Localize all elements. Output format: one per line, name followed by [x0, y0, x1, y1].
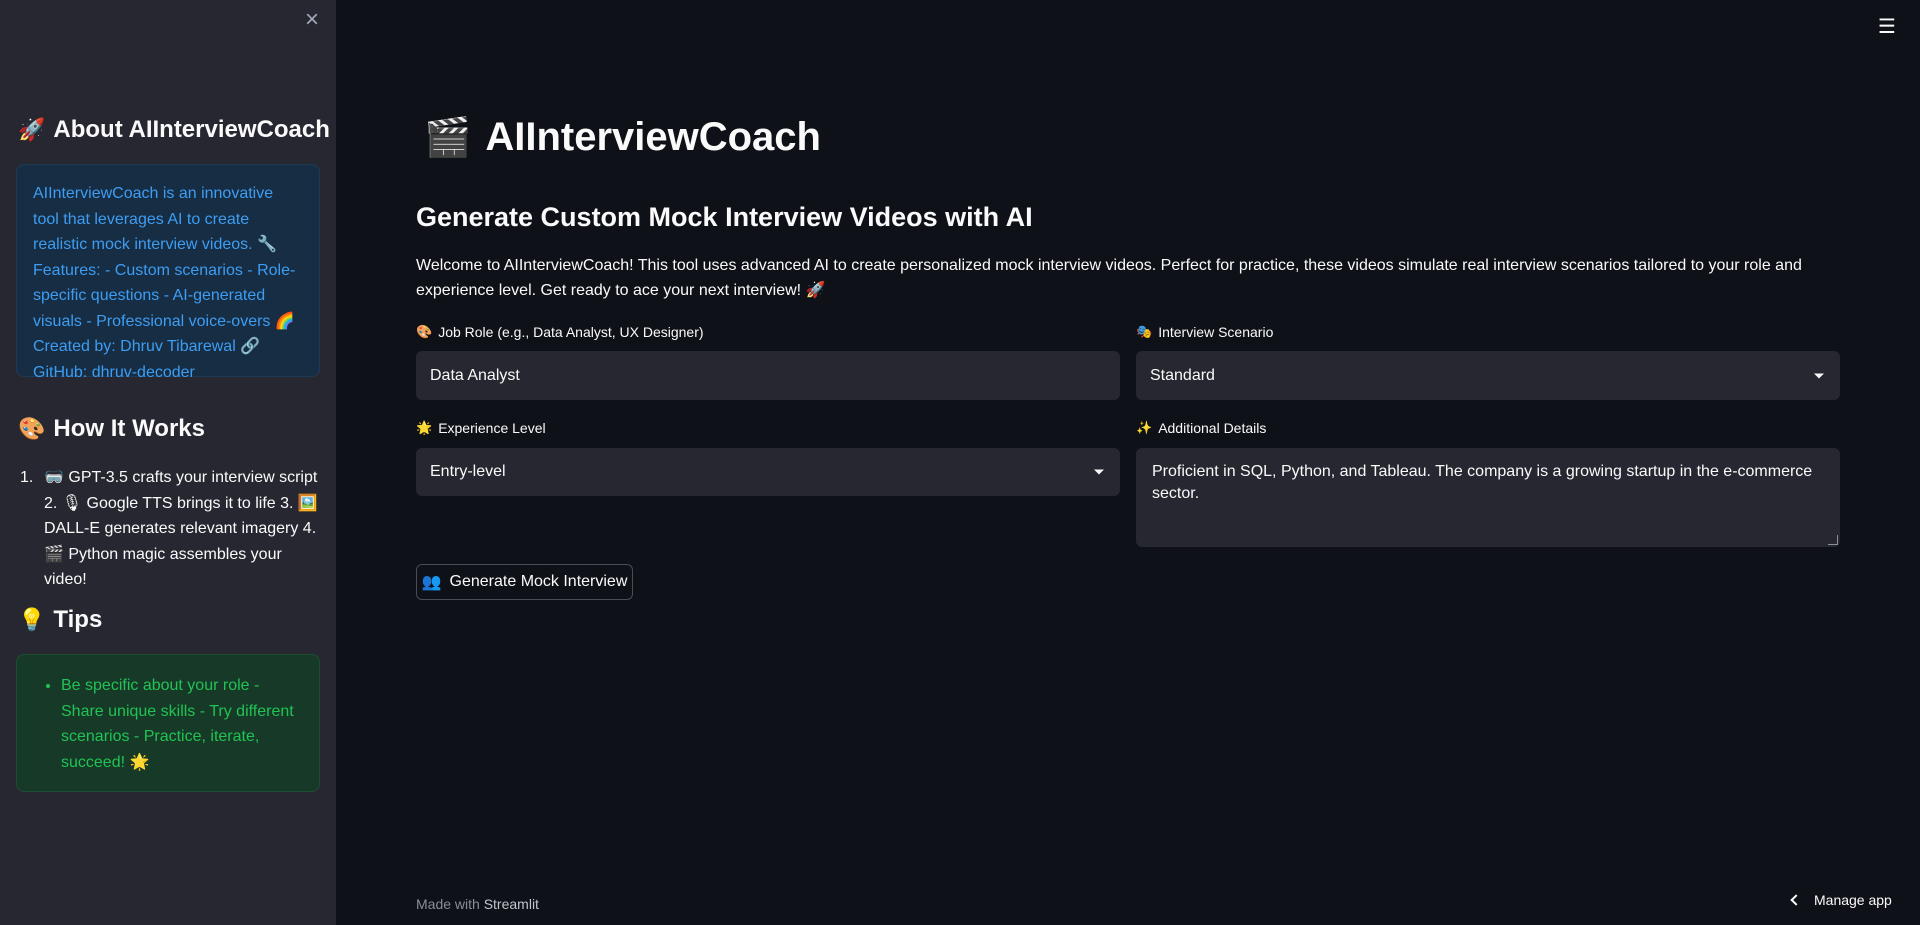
scenario-value: Standard: [1150, 366, 1215, 384]
tips-heading: 💡 Tips: [18, 606, 102, 634]
close-icon[interactable]: ×: [300, 8, 324, 32]
rocket-icon: 🚀: [18, 117, 46, 142]
how-it-works-list: 1. 🥽 GPT-3.5 crafts your interview scrip…: [20, 465, 320, 593]
experience-value: Entry-level: [430, 463, 506, 480]
palette-icon: 🎨: [18, 416, 46, 441]
experience-label-text: Experience Level: [438, 420, 546, 436]
manage-app-button[interactable]: Manage app: [1790, 892, 1892, 908]
page-title-text: AIInterviewCoach: [485, 115, 821, 159]
people-icon: 👥: [421, 574, 442, 591]
tips-success-box: Be specific about your role - Share uniq…: [16, 654, 320, 792]
details-label: ✨ Additional Details: [1136, 420, 1266, 436]
palette-icon: 🎨: [416, 324, 433, 339]
list-number: 1.: [20, 469, 34, 486]
caret-down-icon: [1094, 469, 1104, 475]
page-title: 🎬 AIInterviewCoach: [424, 115, 821, 160]
sparkles-icon: ✨: [1136, 420, 1153, 435]
job-role-label: 🎨 Job Role (e.g., Data Analyst, UX Desig…: [416, 324, 704, 340]
hamburger-menu-icon[interactable]: ☰: [1873, 14, 1901, 38]
job-role-input[interactable]: Data Analyst: [416, 351, 1120, 400]
footer-prefix: Made with: [416, 896, 480, 912]
page-subtitle: Generate Custom Mock Interview Videos wi…: [416, 202, 1033, 232]
scenario-label-text: Interview Scenario: [1158, 324, 1274, 340]
generate-mock-interview-button[interactable]: 👥 Generate Mock Interview: [416, 564, 633, 600]
tips-list: Be specific about your role - Share uniq…: [33, 673, 303, 775]
how-it-works-text: 🥽 GPT-3.5 crafts your interview script 2…: [44, 469, 318, 588]
details-label-text: Additional Details: [1158, 420, 1267, 436]
details-value: Proficient in SQL, Python, and Tableau. …: [1152, 463, 1813, 502]
sidebar: × 🚀 About AIInterviewCoach AIInterviewCo…: [0, 0, 336, 925]
tips-heading-text: Tips: [53, 606, 103, 633]
scenario-label: 🎭 Interview Scenario: [1136, 324, 1273, 340]
manage-app-label: Manage app: [1814, 892, 1892, 908]
app-root: × 🚀 About AIInterviewCoach AIInterviewCo…: [0, 0, 1920, 925]
caret-down-icon: [1814, 373, 1824, 378]
job-role-label-text: Job Role (e.g., Data Analyst, UX Designe…: [438, 324, 704, 340]
how-it-works-heading: 🎨 How It Works: [18, 415, 205, 443]
experience-select[interactable]: Entry-level: [416, 448, 1120, 496]
scenario-select[interactable]: Standard: [1136, 351, 1840, 400]
chevron-left-icon: [1790, 894, 1802, 906]
about-text: AIInterviewCoach is an innovative tool t…: [33, 185, 296, 381]
streamlit-link[interactable]: Streamlit: [484, 896, 539, 912]
experience-label: 🌟 Experience Level: [416, 420, 546, 436]
how-heading-text: How It Works: [53, 415, 205, 442]
resize-handle-icon[interactable]: [1828, 535, 1838, 545]
welcome-text: Welcome to AIInterviewCoach! This tool u…: [416, 257, 1802, 299]
about-heading-text: About AIInterviewCoach: [53, 116, 330, 143]
generate-button-label: Generate Mock Interview: [449, 573, 628, 590]
about-info-box: AIInterviewCoach is an innovative tool t…: [16, 164, 320, 381]
performing-arts-icon: 🎭: [1136, 324, 1153, 339]
star-icon: 🌟: [416, 420, 433, 435]
details-textarea[interactable]: Proficient in SQL, Python, and Tableau. …: [1136, 448, 1840, 547]
lightbulb-icon: 💡: [18, 607, 46, 632]
job-role-value: Data Analyst: [430, 366, 520, 384]
clapperboard-icon: 🎬: [424, 116, 472, 159]
footer: Made with Streamlit: [416, 896, 539, 912]
about-heading: 🚀 About AIInterviewCoach: [18, 116, 330, 144]
tips-item: Be specific about your role - Share uniq…: [61, 673, 303, 775]
